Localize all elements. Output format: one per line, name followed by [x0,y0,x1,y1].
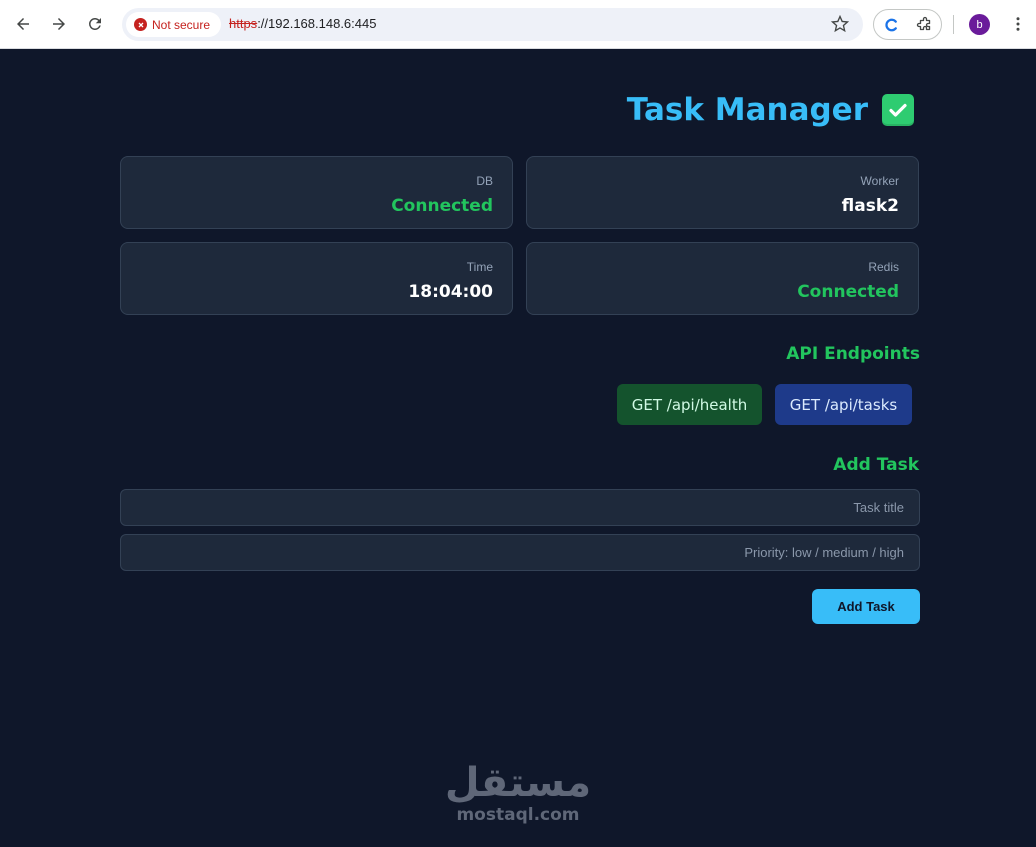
extensions-button[interactable] [914,14,936,36]
browser-toolbar: Not secure https://192.168.148.6:445 b [0,0,1036,49]
url-text[interactable]: https://192.168.148.6:445 [229,16,376,31]
page-title: Task Manager [627,92,914,128]
address-bar[interactable]: Not secure https://192.168.148.6:445 [122,8,863,41]
get-health-button[interactable]: GET /api/health [617,384,762,425]
url-host: ://192.168.148.6:445 [257,16,377,31]
priority-input[interactable] [120,534,920,571]
task-title-input[interactable] [120,489,920,526]
worker-value: flask2 [841,196,899,216]
not-secure-icon [134,18,147,31]
forward-arrow-icon [53,18,65,30]
profile-avatar[interactable]: b [969,14,990,35]
back-arrow-icon [17,18,29,30]
back-button[interactable] [11,12,35,36]
reload-icon [88,17,101,30]
worker-status-card: Worker flask2 [526,156,919,229]
add-task-title: Add Task [833,455,919,475]
check-mark-button-icon [882,94,914,126]
browser-menu-button[interactable] [1006,12,1030,36]
url-scheme: https [229,16,258,31]
add-task-button[interactable]: Add Task [812,589,920,624]
redis-status-card: Redis Connected [526,242,919,315]
toolbar-divider [953,15,954,34]
bookmark-button[interactable] [828,12,852,36]
time-value: 18:04:00 [408,282,493,302]
get-tasks-button[interactable]: GET /api/tasks [775,384,912,425]
db-label: DB [476,174,493,188]
extension-button[interactable] [881,14,903,36]
forward-button[interactable] [47,12,71,36]
extension-c-icon [885,18,897,32]
redis-status: Connected [797,282,899,302]
reload-button[interactable] [83,12,107,36]
time-label: Time [466,260,493,274]
watermark-arabic: مستقل [444,760,592,806]
puzzle-icon [916,16,931,31]
db-status: Connected [391,196,493,216]
watermark-latin: mostaql.com [456,805,580,825]
extensions-group [873,9,942,40]
more-vert-icon [1016,17,1020,31]
mostaql-watermark-logo: مستقل mostaql.com [440,760,596,824]
page-title-text: Task Manager [626,92,868,128]
time-status-card: Time 18:04:00 [120,242,513,315]
worker-label: Worker [860,174,899,188]
security-chip[interactable]: Not secure [126,12,221,37]
security-label: Not secure [152,17,211,32]
redis-label: Redis [868,260,899,274]
star-icon [831,15,849,33]
api-endpoints-title: API Endpoints [786,344,920,364]
db-status-card: DB Connected [120,156,513,229]
